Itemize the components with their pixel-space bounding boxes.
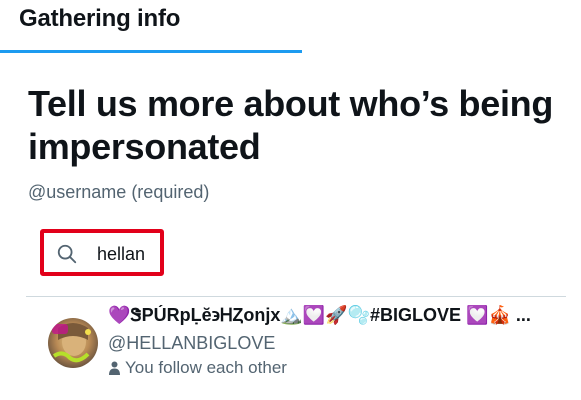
avatar	[48, 318, 98, 368]
avatar-image	[48, 318, 98, 368]
main-heading: Tell us more about who’s being impersona…	[28, 83, 554, 167]
search-input[interactable]	[97, 242, 162, 266]
search-result-item[interactable]: 💜ᏕPÚRpḶĕ϶ᎻȤonjx🏔️💟🚀🫧#BIGLOVE 💟🎪 ... @HEL…	[26, 297, 581, 400]
follow-status: You follow each other	[108, 358, 287, 378]
report-flow-page: Gathering info Tell us more about who’s …	[0, 0, 581, 400]
helper-text: @username (required)	[28, 182, 210, 202]
username-search-field[interactable]	[40, 229, 164, 276]
result-handle: @HELLANBIGLOVE	[108, 333, 276, 353]
page-title: Gathering info	[19, 5, 181, 32]
follow-status-label: You follow each other	[125, 358, 287, 377]
header: Gathering info	[0, 0, 581, 52]
person-icon	[109, 361, 120, 375]
search-icon	[57, 244, 77, 264]
progress-bar	[0, 50, 302, 53]
result-display-name: 💜ᏕPÚRpḶĕ϶ᎻȤonjx🏔️💟🚀🫧#BIGLOVE 💟🎪 ...	[108, 305, 531, 325]
